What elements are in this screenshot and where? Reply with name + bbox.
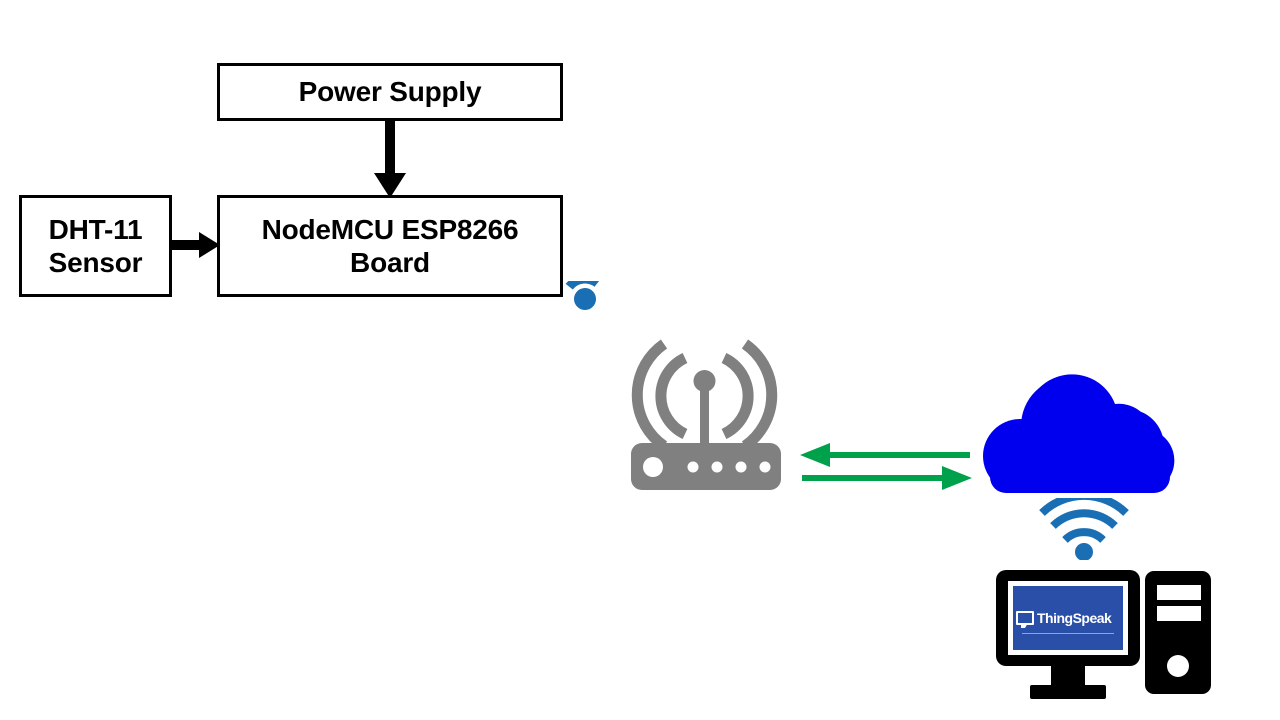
arrow-power-to-nodemcu-head: [374, 173, 406, 198]
arrow-power-to-nodemcu-shaft: [385, 121, 395, 178]
arrow-dht-to-nodemcu-head: [199, 232, 220, 258]
computer-tower-icon: [1143, 569, 1213, 696]
wifi-signal-icon: [1038, 491, 1130, 561]
cloud-icon: [982, 374, 1184, 494]
block-power-supply-label: Power Supply: [298, 76, 482, 108]
computer-monitor-icon: [994, 568, 1142, 701]
block-nodemcu-esp8266: NodeMCU ESP8266 Board: [217, 195, 563, 297]
block-dht11-sensor: DHT-11 Sensor: [19, 195, 172, 297]
block-power-supply: Power Supply: [217, 63, 563, 121]
arrow-right: [802, 466, 972, 490]
arrow-cloud-router-bidirectional: [800, 438, 972, 493]
thingspeak-logo-underline: [1022, 633, 1114, 634]
block-dht11-sensor-label: DHT-11 Sensor: [48, 213, 143, 278]
diagram-canvas: Power Supply DHT-11 Sensor NodeMCU ESP82…: [0, 0, 1280, 720]
arrow-left: [800, 443, 970, 467]
block-nodemcu-esp8266-label: NodeMCU ESP8266 Board: [261, 213, 519, 278]
wifi-router-icon: [628, 336, 784, 491]
